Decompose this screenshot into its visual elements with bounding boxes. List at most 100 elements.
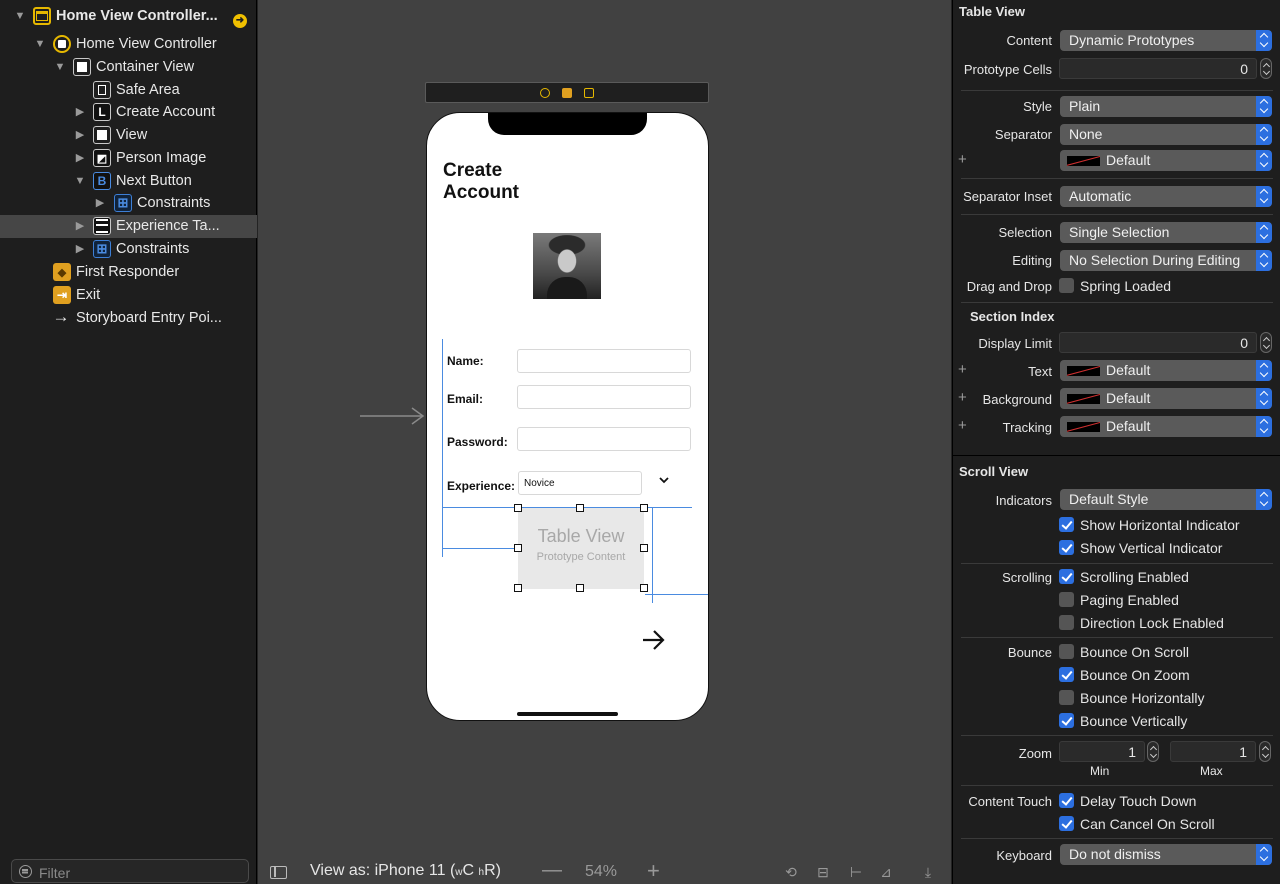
next-button-arrow-icon[interactable]	[641, 629, 667, 651]
outline-item-next-button[interactable]: ▼ B Next Button	[0, 170, 257, 193]
zoom-out-button[interactable]: —	[542, 859, 562, 882]
prototype-cells-stepper[interactable]	[1260, 58, 1272, 79]
zoom-in-button[interactable]: +	[647, 858, 660, 884]
popup-arrows-icon	[1256, 250, 1272, 271]
display-limit-field[interactable]: 0	[1059, 332, 1257, 353]
outline-item-constraints[interactable]: ▶ ⊞ Constraints	[0, 192, 257, 215]
background-color-popup[interactable]: Default	[1060, 388, 1272, 409]
outline-item-create-account[interactable]: ▶ L Create Account	[0, 101, 257, 124]
name-field[interactable]	[517, 349, 691, 373]
content-popup[interactable]: Dynamic Prototypes	[1060, 30, 1272, 51]
indicators-popup[interactable]: Default Style	[1060, 489, 1272, 510]
show-horizontal-checkbox[interactable]	[1059, 517, 1074, 532]
can-cancel-on-scroll-checkbox[interactable]	[1059, 816, 1074, 831]
embed-in-icon[interactable]: ⤓	[919, 865, 937, 880]
entry-point-arrow-icon[interactable]	[360, 406, 426, 426]
tracking-color-popup[interactable]: Default	[1060, 416, 1272, 437]
disclosure-closed-icon[interactable]: ▶	[74, 152, 86, 164]
disclosure-open-icon[interactable]: ▼	[34, 38, 46, 50]
resolve-issues-icon[interactable]: ⊿	[877, 865, 895, 880]
resize-handle[interactable]	[640, 584, 648, 592]
bounce-horizontally-checkbox[interactable]	[1059, 690, 1074, 705]
outline-item-first-responder[interactable]: ◆ First Responder	[0, 261, 257, 284]
outline-item-container-view[interactable]: ▼ Container View	[0, 56, 257, 79]
person-image[interactable]	[533, 233, 601, 299]
outline-item-exit[interactable]: ⇥ Exit	[0, 284, 257, 307]
outline-item-view[interactable]: ▶ View	[0, 124, 257, 147]
outline-item-safe-area[interactable]: Safe Area	[0, 79, 257, 102]
view-controller-dock-icon[interactable]	[540, 87, 550, 98]
outline-item-scene[interactable]: ▼ Home View Controller... ➜	[0, 5, 257, 28]
email-field[interactable]	[517, 385, 691, 409]
spring-loaded-checkbox[interactable]	[1059, 278, 1074, 293]
constraint-line	[645, 594, 708, 595]
disclosure-open-icon[interactable]: ▼	[74, 175, 86, 187]
outline-item-entry-point[interactable]: → Storyboard Entry Poi...	[0, 307, 257, 330]
style-popup[interactable]: Plain	[1060, 96, 1272, 117]
prototype-cells-field[interactable]: 0	[1059, 58, 1257, 79]
filter-input[interactable]: Filter	[11, 859, 249, 883]
scene-dock[interactable]	[425, 82, 709, 103]
add-variation-icon[interactable]: +	[958, 361, 967, 378]
keyboard-popup[interactable]: Do not dismiss	[1060, 844, 1272, 865]
experience-table-view[interactable]: Table View Prototype Content	[518, 508, 644, 589]
divider	[961, 214, 1273, 215]
outline-item-experience-table[interactable]: ▶ Experience Ta...	[0, 215, 257, 238]
paging-enabled-checkbox[interactable]	[1059, 592, 1074, 607]
content-value: Dynamic Prototypes	[1069, 32, 1195, 48]
separator-popup[interactable]: None	[1060, 124, 1272, 145]
resize-handle[interactable]	[640, 544, 648, 552]
resize-handle[interactable]	[514, 584, 522, 592]
disclosure-closed-icon[interactable]: ▶	[74, 220, 86, 232]
disclosure-closed-icon[interactable]: ▶	[74, 106, 86, 118]
align-icon[interactable]: ⊟	[814, 865, 832, 880]
resize-handle[interactable]	[576, 584, 584, 592]
add-variation-icon[interactable]: +	[958, 389, 967, 406]
selection-popup[interactable]: Single Selection	[1060, 222, 1272, 243]
separator-inset-popup[interactable]: Automatic	[1060, 186, 1272, 207]
add-variation-icon[interactable]: +	[958, 151, 967, 168]
experience-field[interactable]: Novice	[518, 471, 642, 495]
iphone-scene[interactable]: Create Account Name: Email: Password: Ex…	[426, 112, 709, 721]
editing-popup[interactable]: No Selection During Editing	[1060, 250, 1272, 271]
direction-lock-checkbox[interactable]	[1059, 615, 1074, 630]
exit-dock-icon[interactable]	[584, 87, 594, 98]
first-responder-dock-icon[interactable]	[562, 87, 572, 98]
add-constraints-icon[interactable]: ⊢	[847, 865, 865, 880]
view-as-device-button[interactable]: View as: iPhone 11 (wC hR)	[310, 862, 501, 880]
zoom-min-stepper[interactable]	[1147, 741, 1159, 762]
bounce-vertically-checkbox[interactable]	[1059, 713, 1074, 728]
sidebar-toggle-icon[interactable]	[270, 866, 287, 879]
create-account-label[interactable]: Create Account	[443, 160, 563, 204]
add-variation-icon[interactable]: +	[958, 417, 967, 434]
zoom-min-field[interactable]: 1	[1059, 741, 1145, 762]
disclosure-open-icon[interactable]: ▼	[54, 61, 66, 73]
password-field[interactable]	[517, 427, 691, 451]
text-color-popup[interactable]: Default	[1060, 360, 1272, 381]
resize-handle[interactable]	[640, 504, 648, 512]
show-vertical-checkbox[interactable]	[1059, 540, 1074, 555]
disclosure-closed-icon[interactable]: ▶	[94, 197, 106, 209]
bounce-on-scroll-checkbox[interactable]	[1059, 644, 1074, 659]
chevron-down-icon[interactable]	[658, 474, 670, 486]
resize-handle[interactable]	[514, 504, 522, 512]
disclosure-closed-icon[interactable]: ▶	[74, 129, 86, 141]
update-frames-icon[interactable]: ⟲	[782, 865, 800, 880]
go-forward-icon[interactable]: ➜	[233, 14, 247, 28]
disclosure-open-icon[interactable]: ▼	[14, 10, 26, 22]
bounce-on-zoom-checkbox[interactable]	[1059, 667, 1074, 682]
resize-handle[interactable]	[514, 544, 522, 552]
display-limit-stepper[interactable]	[1260, 332, 1272, 353]
delay-touch-down-checkbox[interactable]	[1059, 793, 1074, 808]
separator-color-popup[interactable]: Default	[1060, 150, 1272, 171]
outline-item-label: Create Account	[116, 104, 216, 120]
outline-item-constraints[interactable]: ▶ ⊞ Constraints	[0, 238, 257, 261]
disclosure-closed-icon[interactable]: ▶	[74, 243, 86, 255]
storyboard-canvas[interactable]: Create Account Name: Email: Password: Ex…	[258, 0, 951, 884]
scrolling-enabled-checkbox[interactable]	[1059, 569, 1074, 584]
zoom-max-stepper[interactable]	[1259, 741, 1271, 762]
outline-item-person-image[interactable]: ▶ ◩ Person Image	[0, 147, 257, 170]
resize-handle[interactable]	[576, 504, 584, 512]
outline-item-home-view-controller[interactable]: ▼ Home View Controller	[0, 33, 257, 56]
zoom-max-field[interactable]: 1	[1170, 741, 1256, 762]
